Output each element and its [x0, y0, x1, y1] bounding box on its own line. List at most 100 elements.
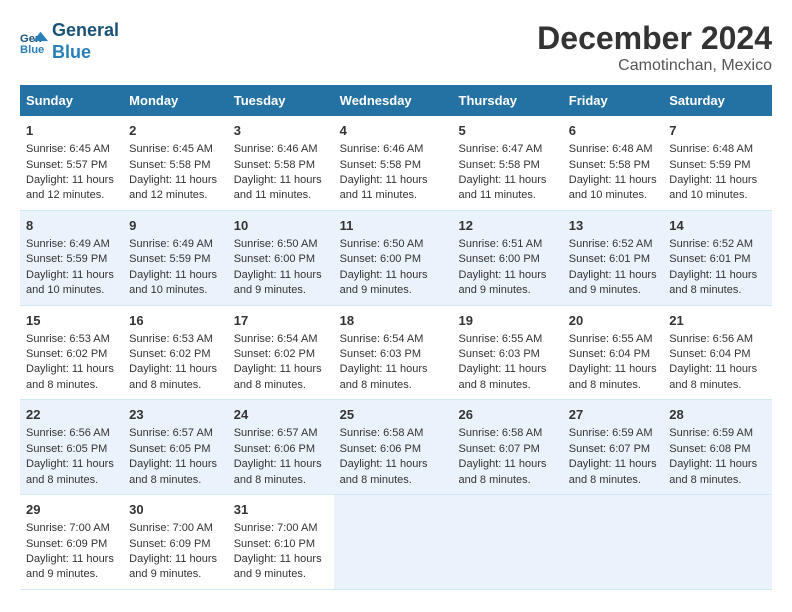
day-info: Sunset: 6:07 PM: [569, 442, 658, 457]
day-info: Daylight: 11 hours and 10 minutes.: [129, 268, 222, 299]
day-info: Daylight: 11 hours and 11 minutes.: [234, 173, 328, 204]
day-number: 27: [569, 406, 658, 424]
day-info: Sunset: 6:04 PM: [669, 347, 766, 362]
day-info: Daylight: 11 hours and 9 minutes.: [340, 268, 447, 299]
day-info: Sunset: 6:02 PM: [234, 347, 328, 362]
calendar-cell: 24Sunrise: 6:57 AMSunset: 6:06 PMDayligh…: [228, 400, 334, 495]
day-info: Sunrise: 6:53 AM: [129, 332, 222, 347]
day-info: Daylight: 11 hours and 8 minutes.: [26, 362, 117, 393]
day-info: Daylight: 11 hours and 11 minutes.: [340, 173, 447, 204]
day-info: Sunset: 6:09 PM: [129, 537, 222, 552]
calendar-cell: 8Sunrise: 6:49 AMSunset: 5:59 PMDaylight…: [20, 210, 123, 305]
day-number: 18: [340, 312, 447, 330]
day-number: 10: [234, 217, 328, 235]
day-info: Sunrise: 6:55 AM: [459, 332, 557, 347]
day-info: Sunrise: 6:48 AM: [569, 142, 658, 157]
day-info: Sunrise: 6:53 AM: [26, 332, 117, 347]
day-number: 28: [669, 406, 766, 424]
day-info: Sunset: 6:08 PM: [669, 442, 766, 457]
day-number: 9: [129, 217, 222, 235]
day-number: 4: [340, 122, 447, 140]
main-title: December 2024: [537, 20, 772, 57]
day-info: Sunrise: 6:52 AM: [669, 237, 766, 252]
calendar-cell: 23Sunrise: 6:57 AMSunset: 6:05 PMDayligh…: [123, 400, 228, 495]
day-info: Sunrise: 6:45 AM: [129, 142, 222, 157]
day-info: Sunset: 6:00 PM: [340, 252, 447, 267]
day-number: 19: [459, 312, 557, 330]
week-row-2: 8Sunrise: 6:49 AMSunset: 5:59 PMDaylight…: [20, 210, 772, 305]
day-number: 23: [129, 406, 222, 424]
col-header-tuesday: Tuesday: [228, 85, 334, 116]
day-info: Sunset: 5:58 PM: [340, 158, 447, 173]
day-number: 3: [234, 122, 328, 140]
day-info: Sunrise: 6:48 AM: [669, 142, 766, 157]
day-info: Daylight: 11 hours and 8 minutes.: [569, 362, 658, 393]
day-info: Daylight: 11 hours and 9 minutes.: [26, 552, 117, 583]
week-row-1: 1Sunrise: 6:45 AMSunset: 5:57 PMDaylight…: [20, 116, 772, 210]
day-number: 31: [234, 501, 328, 519]
calendar-cell: 2Sunrise: 6:45 AMSunset: 5:58 PMDaylight…: [123, 116, 228, 210]
calendar-cell: 9Sunrise: 6:49 AMSunset: 5:59 PMDaylight…: [123, 210, 228, 305]
day-info: Sunrise: 6:46 AM: [234, 142, 328, 157]
day-info: Daylight: 11 hours and 8 minutes.: [340, 362, 447, 393]
day-number: 2: [129, 122, 222, 140]
calendar-cell: 1Sunrise: 6:45 AMSunset: 5:57 PMDaylight…: [20, 116, 123, 210]
day-info: Daylight: 11 hours and 12 minutes.: [26, 173, 117, 204]
calendar-cell: 14Sunrise: 6:52 AMSunset: 6:01 PMDayligh…: [663, 210, 772, 305]
svg-text:Blue: Blue: [20, 44, 44, 56]
calendar-table: SundayMondayTuesdayWednesdayThursdayFrid…: [20, 85, 772, 590]
day-info: Sunset: 6:05 PM: [129, 442, 222, 457]
day-info: Daylight: 11 hours and 8 minutes.: [234, 362, 328, 393]
day-info: Daylight: 11 hours and 8 minutes.: [459, 457, 557, 488]
day-info: Sunrise: 6:50 AM: [234, 237, 328, 252]
calendar-cell: 25Sunrise: 6:58 AMSunset: 6:06 PMDayligh…: [334, 400, 453, 495]
day-info: Daylight: 11 hours and 8 minutes.: [569, 457, 658, 488]
day-info: Daylight: 11 hours and 9 minutes.: [459, 268, 557, 299]
day-info: Daylight: 11 hours and 10 minutes.: [669, 173, 766, 204]
day-info: Sunrise: 6:49 AM: [26, 237, 117, 252]
day-info: Sunset: 5:59 PM: [129, 252, 222, 267]
day-info: Sunset: 6:06 PM: [234, 442, 328, 457]
day-number: 14: [669, 217, 766, 235]
day-number: 7: [669, 122, 766, 140]
day-number: 22: [26, 406, 117, 424]
calendar-cell: 6Sunrise: 6:48 AMSunset: 5:58 PMDaylight…: [563, 116, 664, 210]
day-info: Sunset: 6:00 PM: [234, 252, 328, 267]
day-info: Daylight: 11 hours and 9 minutes.: [569, 268, 658, 299]
calendar-cell: 15Sunrise: 6:53 AMSunset: 6:02 PMDayligh…: [20, 305, 123, 400]
day-number: 1: [26, 122, 117, 140]
day-info: Sunrise: 7:00 AM: [234, 521, 328, 536]
day-info: Sunset: 6:03 PM: [340, 347, 447, 362]
day-info: Sunrise: 6:54 AM: [340, 332, 447, 347]
calendar-cell: 4Sunrise: 6:46 AMSunset: 5:58 PMDaylight…: [334, 116, 453, 210]
day-number: 12: [459, 217, 557, 235]
day-info: Sunset: 6:05 PM: [26, 442, 117, 457]
day-info: Sunrise: 6:59 AM: [669, 426, 766, 441]
calendar-cell: 16Sunrise: 6:53 AMSunset: 6:02 PMDayligh…: [123, 305, 228, 400]
day-info: Daylight: 11 hours and 8 minutes.: [459, 362, 557, 393]
day-info: Sunrise: 6:55 AM: [569, 332, 658, 347]
day-info: Sunrise: 6:57 AM: [234, 426, 328, 441]
col-header-wednesday: Wednesday: [334, 85, 453, 116]
day-info: Sunrise: 6:45 AM: [26, 142, 117, 157]
week-row-3: 15Sunrise: 6:53 AMSunset: 6:02 PMDayligh…: [20, 305, 772, 400]
calendar-cell: 20Sunrise: 6:55 AMSunset: 6:04 PMDayligh…: [563, 305, 664, 400]
day-info: Sunset: 6:07 PM: [459, 442, 557, 457]
col-header-sunday: Sunday: [20, 85, 123, 116]
logo-line2: Blue: [52, 42, 91, 62]
calendar-cell: 5Sunrise: 6:47 AMSunset: 5:58 PMDaylight…: [453, 116, 563, 210]
day-number: 16: [129, 312, 222, 330]
day-info: Sunset: 6:06 PM: [340, 442, 447, 457]
day-info: Daylight: 11 hours and 9 minutes.: [129, 552, 222, 583]
day-info: Sunrise: 6:51 AM: [459, 237, 557, 252]
calendar-cell: 10Sunrise: 6:50 AMSunset: 6:00 PMDayligh…: [228, 210, 334, 305]
calendar-cell: [563, 495, 664, 590]
day-info: Sunrise: 6:47 AM: [459, 142, 557, 157]
day-number: 21: [669, 312, 766, 330]
day-info: Daylight: 11 hours and 8 minutes.: [234, 457, 328, 488]
calendar-cell: 27Sunrise: 6:59 AMSunset: 6:07 PMDayligh…: [563, 400, 664, 495]
day-info: Sunset: 5:58 PM: [234, 158, 328, 173]
day-info: Sunset: 6:02 PM: [129, 347, 222, 362]
calendar-cell: 7Sunrise: 6:48 AMSunset: 5:59 PMDaylight…: [663, 116, 772, 210]
day-info: Daylight: 11 hours and 12 minutes.: [129, 173, 222, 204]
